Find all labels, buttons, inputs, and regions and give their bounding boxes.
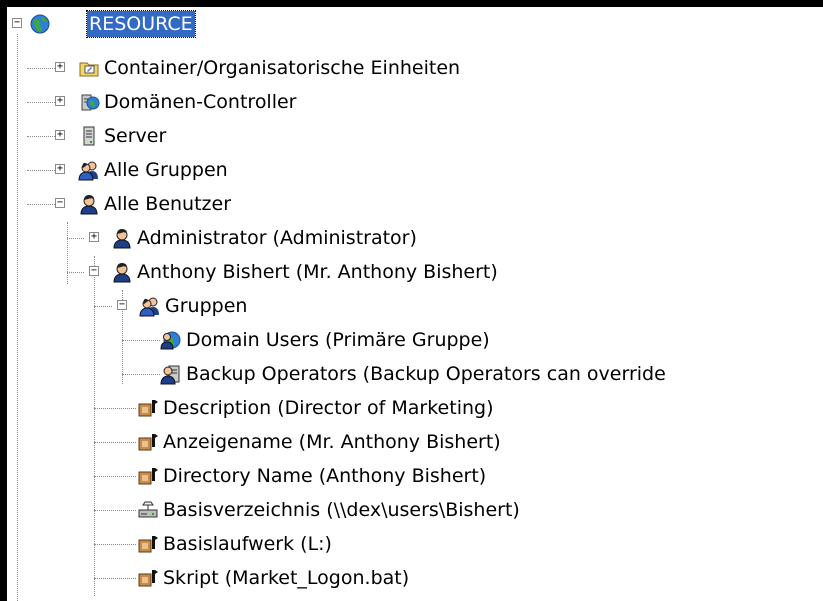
tree-node-label[interactable]: Gruppen: [163, 293, 249, 319]
expand-toggle[interactable]: +: [55, 62, 65, 72]
tree-node-label[interactable]: Domain Users (Primäre Gruppe): [184, 327, 492, 353]
expand-toggle[interactable]: +: [55, 130, 65, 140]
domain-group-icon: [160, 329, 182, 351]
expand-toggle[interactable]: +: [89, 232, 99, 242]
drive-icon: [137, 499, 159, 521]
tree-node-user-administrator[interactable]: + Administrator (Administrator): [7, 221, 823, 255]
tree-node-attr-anzeigename[interactable]: Anzeigename (Mr. Anthony Bishert): [7, 425, 823, 459]
expand-toggle[interactable]: +: [55, 96, 65, 106]
tree-node-attr-basislaufwerk[interactable]: Basislaufwerk (L:): [7, 527, 823, 561]
tree-node-label[interactable]: Alle Gruppen: [102, 157, 230, 183]
user-icon: [111, 227, 133, 249]
tree-node-label[interactable]: Administrator (Administrator): [135, 225, 419, 251]
tree-node-label[interactable]: Skript (Market_Logon.bat): [161, 565, 411, 591]
tree-node-group-domain-users[interactable]: Domain Users (Primäre Gruppe): [7, 323, 823, 357]
attribute-icon: [137, 431, 159, 453]
tree-node-label[interactable]: Directory Name (Anthony Bishert): [161, 463, 488, 489]
collapse-toggle[interactable]: −: [89, 266, 99, 276]
globe-icon: [29, 13, 51, 35]
tree-node-group-backup-operators[interactable]: Backup Operators (Backup Operators can o…: [7, 357, 823, 391]
tree-node-label[interactable]: Container/Organisatorische Einheiten: [102, 55, 462, 81]
tree-node-label[interactable]: Server: [102, 123, 168, 149]
backup-group-icon: [160, 363, 182, 385]
tree-node-attr-directory-name[interactable]: Directory Name (Anthony Bishert): [7, 459, 823, 493]
user-icon: [78, 193, 100, 215]
tree-node-all-users[interactable]: − Alle Benutzer: [7, 187, 823, 221]
attribute-icon: [137, 465, 159, 487]
attribute-icon: [137, 567, 159, 589]
tree-node-label[interactable]: Domänen-Controller: [102, 89, 299, 115]
tree-node-gruppen[interactable]: − Gruppen: [7, 289, 823, 323]
tree-node-label[interactable]: Description (Director of Marketing): [161, 395, 496, 421]
expand-toggle[interactable]: +: [55, 164, 65, 174]
attribute-icon: [137, 397, 159, 419]
tree-node-user-anthony-bishert[interactable]: − Anthony Bishert (Mr. Anthony Bishert): [7, 255, 823, 289]
collapse-toggle[interactable]: −: [55, 198, 65, 208]
tree-node-container[interactable]: + Container/Organisatorische Einheiten: [7, 51, 823, 85]
tree-node-label[interactable]: Basisverzeichnis (\\dex\users\Bishert): [161, 497, 522, 523]
attribute-icon: [137, 533, 159, 555]
tree-node-label[interactable]: Backup Operators (Backup Operators can o…: [184, 361, 668, 387]
tree-node-attr-description[interactable]: Description (Director of Marketing): [7, 391, 823, 425]
resource-tree-view[interactable]: − RESOURCE + Container/Organisatorische …: [7, 7, 823, 601]
group-icon: [78, 159, 100, 181]
domain-controller-icon: [78, 91, 100, 113]
tree-node-label[interactable]: Alle Benutzer: [102, 191, 233, 217]
collapse-toggle[interactable]: −: [117, 300, 127, 310]
tree-node-resource[interactable]: − RESOURCE: [7, 7, 823, 41]
collapse-toggle[interactable]: −: [12, 18, 22, 28]
server-icon: [78, 125, 100, 147]
tree-node-label[interactable]: Anzeigename (Mr. Anthony Bishert): [161, 429, 503, 455]
tree-node-domain-controller[interactable]: + Domänen-Controller: [7, 85, 823, 119]
tree-node-all-groups[interactable]: + Alle Gruppen: [7, 153, 823, 187]
tree-node-server[interactable]: + Server: [7, 119, 823, 153]
group-icon: [139, 295, 161, 317]
user-icon: [111, 261, 133, 283]
tree-node-attr-skript[interactable]: Skript (Market_Logon.bat): [7, 561, 823, 595]
container-folder-icon: [78, 57, 100, 79]
tree-node-label[interactable]: Anthony Bishert (Mr. Anthony Bishert): [135, 259, 500, 285]
tree-node-label[interactable]: Basislaufwerk (L:): [161, 531, 334, 557]
tree-node-label[interactable]: RESOURCE: [86, 10, 196, 38]
tree-node-attr-basisverzeichnis[interactable]: Basisverzeichnis (\\dex\users\Bishert): [7, 493, 823, 527]
